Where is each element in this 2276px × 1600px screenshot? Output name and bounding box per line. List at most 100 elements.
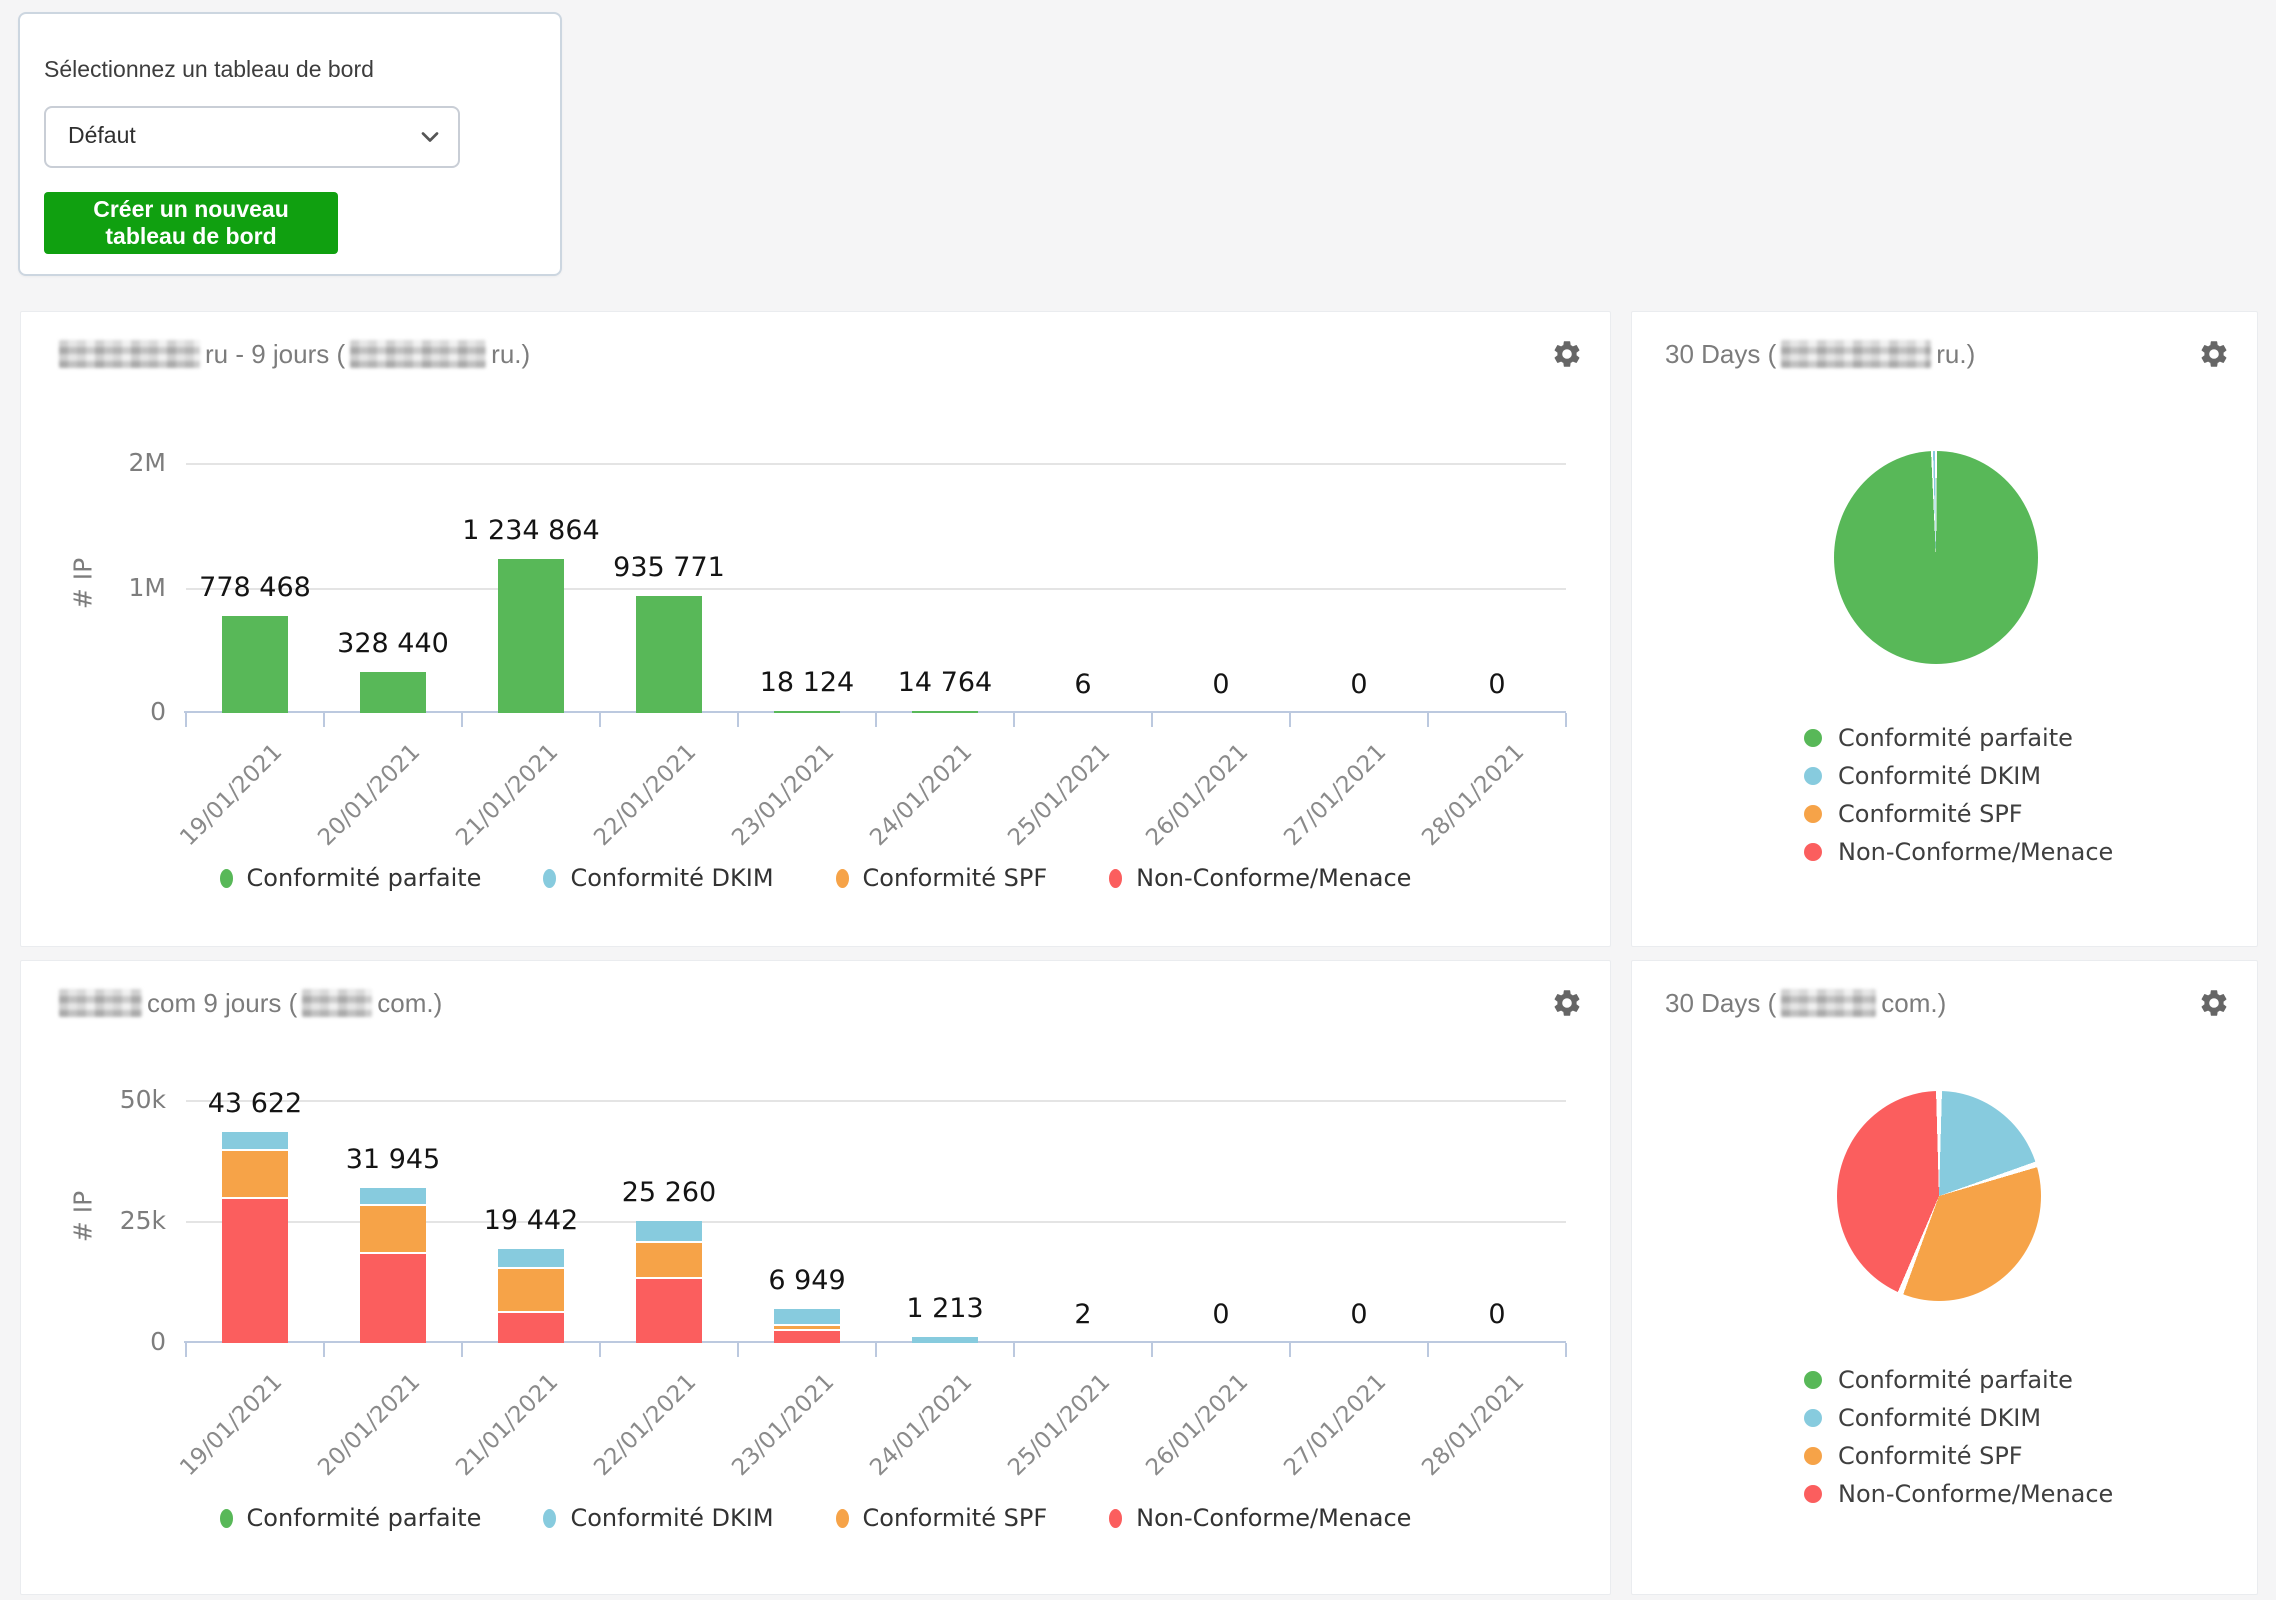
legend-item[interactable]: Conformité SPF (1804, 795, 2113, 833)
bar-segment[interactable] (636, 1221, 702, 1242)
legend-label: Non-Conforme/Menace (1838, 1480, 2113, 1508)
x-axis-tick (599, 1343, 601, 1357)
bar-chart-card-com: com 9 jours (com.) 43 62231 94519 44225 … (20, 960, 1611, 1595)
legend-item[interactable]: Conformité parfaite (1804, 719, 2113, 757)
legend-marker (1804, 1409, 1822, 1427)
segment-separator (636, 1277, 702, 1279)
bar-segment[interactable] (222, 1198, 288, 1343)
pie-legend: Conformité parfaite Conformité DKIMConfor… (1804, 1361, 2113, 1513)
pie-chart-card-ru: 30 Days (ru.) Conformité parfaiteConform… (1631, 311, 2258, 947)
bar-segment[interactable] (912, 711, 978, 713)
bar-segment[interactable] (222, 1132, 288, 1150)
x-axis-label: 21/01/2021 (425, 739, 564, 878)
bar-segment[interactable] (498, 559, 564, 713)
x-axis-tick (1565, 713, 1567, 727)
pie-chart[interactable] (1834, 451, 2038, 664)
x-axis-label: 27/01/2021 (1253, 1369, 1392, 1508)
legend-item[interactable]: Non-Conforme/Menace (1109, 864, 1411, 892)
legend-item[interactable]: Conformité SPF (836, 864, 1048, 892)
bar-segment[interactable] (774, 1330, 840, 1343)
legend-item[interactable]: Conformité SPF (1804, 1437, 2113, 1475)
legend-item[interactable]: Non-Conforme/Menace (1109, 1504, 1411, 1532)
legend-item[interactable]: Conformité DKIM (543, 864, 773, 892)
x-axis-label: 23/01/2021 (701, 739, 840, 878)
legend-marker (220, 869, 233, 888)
legend-item[interactable]: Conformité DKIM (543, 1504, 773, 1532)
x-axis-tick (323, 713, 325, 727)
segment-separator (360, 1204, 426, 1206)
x-axis-label: 26/01/2021 (1115, 739, 1254, 878)
x-axis-label: 23/01/2021 (701, 1369, 840, 1508)
x-axis-tick (1013, 713, 1015, 727)
legend-item[interactable]: Conformité parfaite (220, 864, 482, 892)
pie-chart[interactable] (1837, 1091, 2041, 1301)
pie-legend: Conformité parfaite Conformité DKIM Confor… (1804, 719, 2113, 871)
bar-segment[interactable] (498, 1312, 564, 1343)
x-axis-tick (323, 1343, 325, 1357)
x-axis-label: 22/01/2021 (563, 739, 702, 878)
legend-label: Non-Conforme/Menace (1136, 1504, 1411, 1532)
x-axis-label: 20/01/2021 (287, 1369, 426, 1508)
create-dashboard-button[interactable]: Créer un nouveau tableau de bord (44, 192, 338, 254)
x-axis-label: 22/01/2021 (563, 1369, 702, 1508)
bar-segment[interactable] (360, 1253, 426, 1343)
y-axis-tick-label: 0 (16, 1327, 166, 1356)
x-axis-tick (875, 713, 877, 727)
bar-value-label: 31 945 (283, 1144, 503, 1175)
x-axis-tick (461, 1343, 463, 1357)
bar-segment[interactable] (498, 1268, 564, 1312)
legend-item[interactable]: Conformité SPF (836, 1504, 1048, 1532)
bar-segment[interactable] (774, 1309, 840, 1325)
legend-item[interactable]: Conformité DKIM (1804, 1399, 2113, 1437)
x-axis-label: 25/01/2021 (977, 1369, 1116, 1508)
bar-value-label: 778 468 (145, 572, 365, 603)
legend-item[interactable]: Conformité DKIM (1804, 757, 2113, 795)
pie-chart-card-com: 30 Days (com.) Conformité parfaiteConfor… (1631, 960, 2258, 1595)
bar-value-label: 328 440 (283, 628, 503, 659)
bar-segment[interactable] (498, 1249, 564, 1268)
y-gridline (186, 588, 1566, 590)
legend-label: Conformité parfaite (247, 864, 482, 892)
legend-marker (1804, 805, 1822, 823)
x-axis-tick (737, 713, 739, 727)
legend-item[interactable]: Conformité parfaite (220, 1504, 482, 1532)
x-axis-label: 26/01/2021 (1115, 1369, 1254, 1508)
x-axis-label: 27/01/2021 (1253, 739, 1392, 878)
dashboard-select[interactable]: Défaut (44, 106, 460, 168)
dashboard-selector-panel: Sélectionnez un tableau de bord Défaut C… (18, 12, 562, 276)
plot-area: 778 468328 4401 234 864935 77118 12414 7… (186, 464, 1566, 713)
x-axis-label: 19/01/2021 (149, 739, 288, 878)
bar-segment[interactable] (774, 711, 840, 713)
segment-separator (498, 1267, 564, 1269)
bar-segment[interactable] (222, 616, 288, 713)
bar-chart-com: 43 62231 94519 44225 2606 9491 213200050… (21, 961, 1610, 1594)
bar-value-label: 43 622 (145, 1088, 365, 1119)
legend-item[interactable]: Non-Conforme/Menace (1804, 833, 2113, 871)
x-axis-tick (1289, 1343, 1291, 1357)
legend-marker (1804, 767, 1822, 785)
bar-value-label: 19 442 (421, 1205, 641, 1236)
bar-segment[interactable] (636, 1278, 702, 1343)
bar-segment[interactable] (222, 1150, 288, 1198)
legend-label: Conformité parfaite (1838, 724, 2073, 752)
bar-segment[interactable] (360, 672, 426, 713)
bar-segment[interactable] (360, 1188, 426, 1205)
segment-separator (774, 1329, 840, 1331)
bar-segment[interactable] (360, 1205, 426, 1253)
x-axis-tick (599, 713, 601, 727)
legend-marker (220, 1509, 233, 1528)
legend-label: Conformité SPF (1838, 800, 2023, 828)
legend-label: Conformité DKIM (570, 864, 773, 892)
legend-marker (1804, 843, 1822, 861)
x-axis-tick (1427, 713, 1429, 727)
legend-item[interactable]: Non-Conforme/Menace (1804, 1475, 2113, 1513)
legend-item[interactable]: Conformité parfaite (1804, 1361, 2113, 1399)
bar-segment[interactable] (636, 1242, 702, 1278)
legend-marker (836, 1509, 849, 1528)
x-axis-label: 25/01/2021 (977, 739, 1116, 878)
bar-segment[interactable] (912, 1337, 978, 1343)
segment-separator (360, 1252, 426, 1254)
legend-marker (836, 869, 849, 888)
bar-segment[interactable] (636, 596, 702, 713)
legend-label: Conformité parfaite (1838, 1366, 2073, 1394)
